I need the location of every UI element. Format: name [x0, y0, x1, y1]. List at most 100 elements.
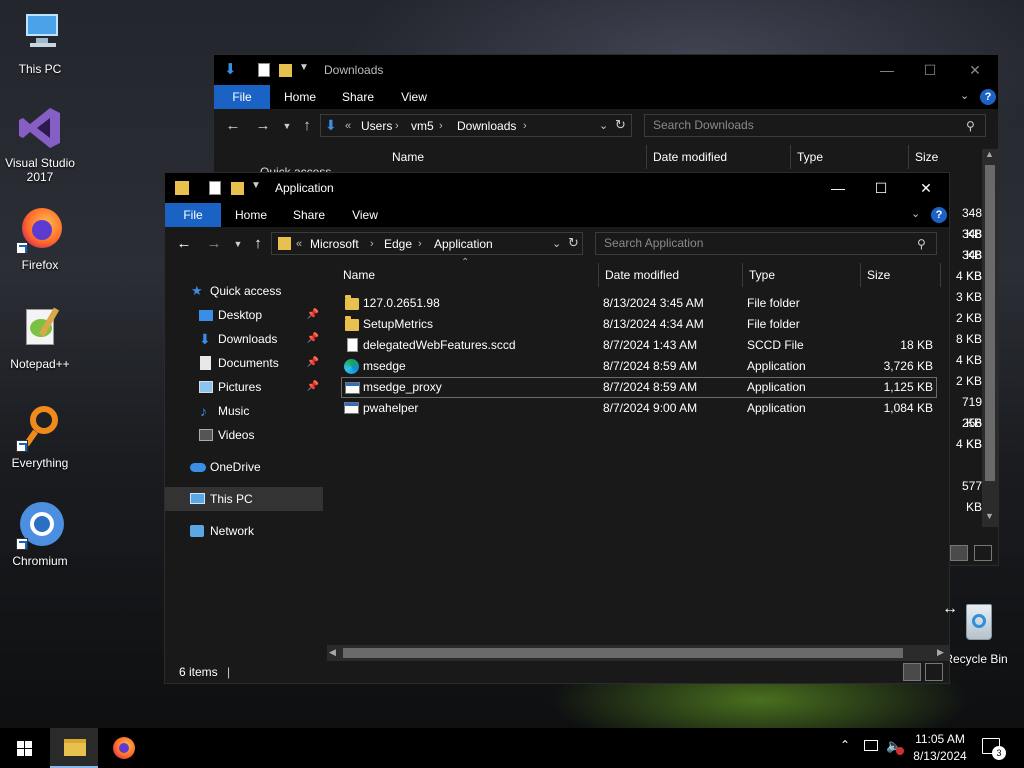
- breadcrumb-separator[interactable]: ›: [395, 115, 399, 138]
- tab-home[interactable]: Home: [276, 85, 324, 109]
- nav-item-documents[interactable]: Documents 📌: [165, 351, 323, 375]
- minimize-button[interactable]: —: [815, 173, 861, 203]
- up-arrow-icon[interactable]: ↑: [249, 235, 267, 253]
- properties-check-icon[interactable]: [258, 63, 270, 77]
- search-input[interactable]: Search Downloads: [644, 114, 986, 137]
- column-header-name[interactable]: Name: [337, 263, 599, 287]
- maximize-button[interactable]: ☐: [858, 173, 904, 203]
- nav-item-desktop[interactable]: Desktop 📌: [165, 303, 323, 327]
- properties-check-icon[interactable]: [209, 181, 221, 195]
- back-arrow-icon[interactable]: ←: [224, 117, 242, 135]
- desktop-icon-chromium[interactable]: Chromium: [0, 502, 80, 568]
- breadcrumb-users[interactable]: Users: [361, 115, 392, 138]
- recent-chevron-icon[interactable]: ▼: [278, 117, 296, 135]
- scroll-thumb[interactable]: [985, 165, 995, 481]
- nav-item-this-pc[interactable]: This PC: [165, 487, 323, 511]
- desktop-icon-firefox[interactable]: Firefox: [0, 206, 80, 272]
- recent-chevron-icon[interactable]: ▼: [229, 235, 247, 253]
- back-arrow-icon[interactable]: ←: [175, 235, 193, 253]
- help-icon[interactable]: ?: [980, 89, 996, 105]
- refresh-icon[interactable]: ↻: [615, 117, 626, 133]
- details-view-button[interactable]: [950, 545, 968, 561]
- breadcrumb-application[interactable]: Application: [434, 233, 493, 256]
- breadcrumb-edge[interactable]: Edge: [384, 233, 412, 256]
- up-arrow-icon[interactable]: ↑: [298, 117, 316, 135]
- title-bar[interactable]: ⬇ ▼ Downloads — ☐ ✕: [214, 55, 998, 85]
- application-window[interactable]: ▼ Application — ☐ ✕ File Home Share View…: [164, 172, 950, 684]
- desktop-icon-notepadpp[interactable]: Notepad++: [0, 305, 80, 371]
- close-button[interactable]: ✕: [952, 55, 998, 85]
- clock-time[interactable]: 11:05 AM: [912, 732, 968, 746]
- tab-home[interactable]: Home: [227, 203, 275, 227]
- details-view-button[interactable]: [903, 663, 921, 681]
- tab-share[interactable]: Share: [285, 203, 333, 227]
- tab-view[interactable]: View: [390, 85, 438, 109]
- maximize-button[interactable]: ☐: [907, 55, 953, 85]
- column-header-type[interactable]: Type: [743, 263, 861, 287]
- close-button[interactable]: ✕: [903, 173, 949, 203]
- vertical-scrollbar[interactable]: ▲ ▼: [982, 149, 998, 527]
- breadcrumb-overflow[interactable]: «: [345, 115, 351, 138]
- nav-item-music[interactable]: ♪ Music: [165, 399, 323, 423]
- nav-item-pictures[interactable]: Pictures 📌: [165, 375, 323, 399]
- column-header-date[interactable]: Date modified: [599, 263, 743, 287]
- nav-item-quick-access[interactable]: ★ Quick access: [165, 279, 323, 303]
- file-row[interactable]: pwahelper 8/7/2024 9:00 AM Application 1…: [341, 398, 937, 419]
- column-header-name[interactable]: Name: [386, 145, 646, 169]
- refresh-icon[interactable]: ↻: [568, 235, 579, 251]
- taskbar-firefox[interactable]: [100, 728, 148, 768]
- address-bar[interactable]: ⬇ « Users › vm5 › Downloads › ⌄ ↻: [320, 114, 632, 137]
- breadcrumb-downloads[interactable]: Downloads: [457, 115, 516, 138]
- scroll-up-arrow-icon[interactable]: ▲: [985, 149, 994, 159]
- forward-arrow-icon[interactable]: →: [254, 117, 272, 135]
- nav-item-network[interactable]: Network: [165, 519, 323, 543]
- file-row[interactable]: 127.0.2651.98 8/13/2024 3:45 AM File fol…: [341, 293, 937, 314]
- breadcrumb-separator[interactable]: ›: [439, 115, 443, 138]
- column-header-type[interactable]: Type: [790, 145, 908, 169]
- column-header-size[interactable]: Size: [908, 145, 982, 169]
- breadcrumb-separator[interactable]: ›: [418, 233, 422, 256]
- breadcrumb-vm5[interactable]: vm5: [411, 115, 434, 138]
- nav-item-onedrive[interactable]: OneDrive: [165, 455, 323, 479]
- taskbar-file-explorer[interactable]: [50, 728, 98, 768]
- large-icons-view-button[interactable]: [974, 545, 992, 561]
- address-dropdown-chevron-icon[interactable]: ⌄: [552, 237, 561, 250]
- title-bar[interactable]: ▼ Application — ☐ ✕: [165, 173, 949, 203]
- tab-view[interactable]: View: [341, 203, 389, 227]
- ribbon-expand-chevron-icon[interactable]: ⌄: [960, 89, 969, 102]
- tab-file[interactable]: File: [165, 203, 221, 227]
- column-header-date[interactable]: Date modified: [646, 145, 790, 169]
- file-row-selected[interactable]: msedge_proxy 8/7/2024 8:59 AM Applicatio…: [341, 377, 937, 398]
- file-row[interactable]: SetupMetrics 8/13/2024 4:34 AM File fold…: [341, 314, 937, 335]
- nav-item-downloads[interactable]: ⬇ Downloads 📌: [165, 327, 323, 351]
- desktop-icon-visual-studio[interactable]: Visual Studio 2017: [0, 104, 80, 184]
- help-icon[interactable]: ?: [931, 207, 947, 223]
- customize-chevron-icon[interactable]: ▼: [299, 62, 309, 73]
- breadcrumb-overflow[interactable]: «: [296, 233, 302, 256]
- scroll-down-arrow-icon[interactable]: ▼: [985, 511, 994, 521]
- network-icon[interactable]: [864, 740, 878, 751]
- horizontal-scrollbar[interactable]: ◀ ▶: [327, 645, 949, 661]
- new-folder-icon[interactable]: [231, 182, 244, 195]
- start-button[interactable]: [0, 728, 48, 768]
- new-folder-icon[interactable]: [279, 64, 292, 77]
- scroll-left-arrow-icon[interactable]: ◀: [329, 647, 336, 658]
- desktop-icon-everything[interactable]: Everything: [0, 404, 80, 470]
- column-header-size[interactable]: Size: [861, 263, 941, 287]
- breadcrumb-separator[interactable]: ›: [370, 233, 374, 256]
- minimize-button[interactable]: —: [864, 55, 910, 85]
- ribbon-expand-chevron-icon[interactable]: ⌄: [911, 207, 920, 220]
- large-icons-view-button[interactable]: [925, 663, 943, 681]
- breadcrumb-microsoft[interactable]: Microsoft: [310, 233, 359, 256]
- breadcrumb-separator[interactable]: ›: [523, 115, 527, 138]
- file-row[interactable]: msedge 8/7/2024 8:59 AM Application 3,72…: [341, 356, 937, 377]
- forward-arrow-icon[interactable]: →: [205, 235, 223, 253]
- desktop-icon-this-pc[interactable]: This PC: [0, 10, 80, 76]
- search-input[interactable]: Search Application: [595, 232, 937, 255]
- address-bar[interactable]: « Microsoft › Edge › Application ⌄ ↻: [271, 232, 583, 255]
- customize-chevron-icon[interactable]: ▼: [251, 180, 261, 191]
- tab-share[interactable]: Share: [334, 85, 382, 109]
- clock-date[interactable]: 8/13/2024: [912, 749, 968, 763]
- address-dropdown-chevron-icon[interactable]: ⌄: [599, 119, 608, 132]
- scroll-thumb[interactable]: [343, 648, 903, 658]
